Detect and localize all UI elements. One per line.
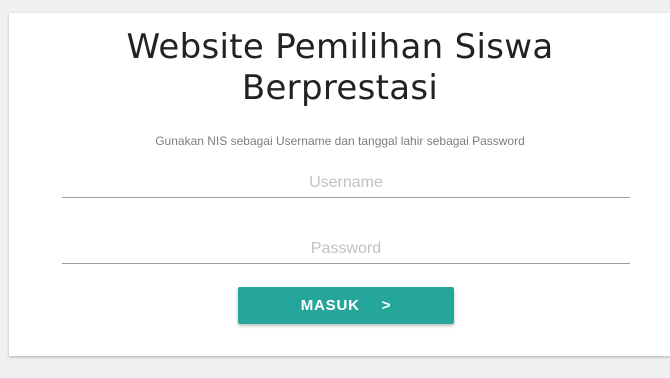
username-input[interactable] bbox=[62, 168, 630, 198]
login-submit-button[interactable]: MASUK > bbox=[238, 287, 454, 324]
page-title: Website Pemilihan Siswa Berprestasi bbox=[0, 27, 670, 109]
password-input[interactable] bbox=[62, 234, 630, 264]
login-instructions: Gunakan NIS sebagai Username dan tanggal… bbox=[155, 134, 525, 148]
chevron-right-icon: > bbox=[381, 297, 392, 314]
page-title-line-2: Berprestasi bbox=[241, 68, 439, 108]
login-submit-label: MASUK bbox=[300, 297, 360, 314]
page-title-line-1: Website Pemilihan Siswa bbox=[126, 27, 554, 67]
